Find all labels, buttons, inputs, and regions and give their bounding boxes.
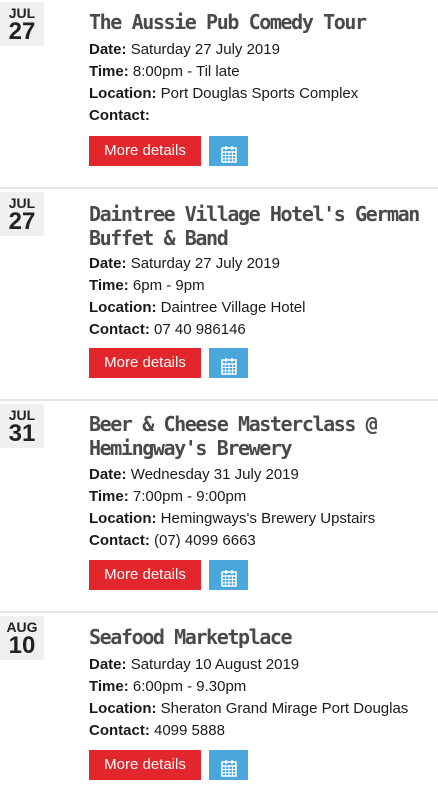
contact-label: Contact:	[89, 722, 150, 739]
time-value: 7:00pm - 9:00pm	[132, 488, 247, 505]
add-to-calendar-button[interactable]	[209, 750, 248, 780]
calendar-icon	[220, 759, 237, 777]
event-details: Date: Saturday 27 July 2019 Time: 6pm - …	[89, 253, 434, 341]
event-title[interactable]: Daintree Village Hotel's German Buffet &…	[89, 202, 434, 250]
add-to-calendar-button[interactable]	[209, 560, 248, 590]
date-label: Date:	[89, 255, 127, 272]
contact-value: (07) 4099 6663	[154, 532, 256, 549]
date-day: 27	[8, 18, 36, 45]
location-label: Location:	[89, 700, 157, 717]
contact-label: Contact:	[89, 321, 150, 338]
date-badge: JUL 31	[0, 404, 44, 448]
contact-row: Contact:	[89, 105, 434, 127]
time-value: 8:00pm - Til late	[132, 63, 240, 80]
more-details-button[interactable]: More details	[89, 348, 201, 378]
location-value: Sheraton Grand Mirage Port Douglas	[160, 700, 409, 717]
contact-label: Contact:	[89, 107, 150, 124]
date-row: Date: Saturday 10 August 2019	[89, 654, 434, 676]
time-value: 6pm - 9pm	[132, 277, 205, 294]
more-details-button[interactable]: More details	[89, 750, 201, 780]
date-value: Wednesday 31 July 2019	[130, 466, 299, 483]
date-badge: JUL 27	[0, 2, 44, 46]
event-title[interactable]: Beer & Cheese Masterclass @ Hemingway's …	[89, 412, 434, 460]
divider	[0, 187, 438, 189]
contact-value: 07 40 986146	[154, 321, 246, 338]
time-value: 6:00pm - 9.30pm	[132, 678, 247, 695]
location-value: Hemingways's Brewery Upstairs	[160, 510, 376, 527]
location-value: Port Douglas Sports Complex	[160, 85, 359, 102]
contact-row: Contact: (07) 4099 6663	[89, 530, 434, 552]
event-title[interactable]: The Aussie Pub Comedy Tour	[89, 10, 434, 34]
location-row: Location: Daintree Village Hotel	[89, 297, 434, 319]
date-badge: JUL 27	[0, 192, 44, 236]
event-details: Date: Wednesday 31 July 2019 Time: 7:00p…	[89, 464, 434, 552]
date-label: Date:	[89, 41, 127, 58]
date-row: Date: Saturday 27 July 2019	[89, 253, 434, 275]
event-title[interactable]: Seafood Marketplace	[89, 625, 434, 649]
contact-label: Contact:	[89, 532, 150, 549]
date-row: Date: Saturday 27 July 2019	[89, 39, 434, 61]
contact-value: 4099 5888	[154, 722, 225, 739]
date-day: 27	[8, 208, 36, 235]
location-label: Location:	[89, 299, 157, 316]
time-row: Time: 6:00pm - 9.30pm	[89, 676, 434, 698]
add-to-calendar-button[interactable]	[209, 136, 248, 166]
date-value: Saturday 27 July 2019	[130, 255, 280, 272]
time-row: Time: 8:00pm - Til late	[89, 61, 434, 83]
time-label: Time:	[89, 63, 129, 80]
calendar-icon	[220, 357, 237, 375]
location-row: Location: Hemingways's Brewery Upstairs	[89, 508, 434, 530]
date-day: 10	[8, 632, 36, 659]
divider	[0, 611, 438, 613]
time-label: Time:	[89, 277, 129, 294]
date-value: Saturday 27 July 2019	[130, 41, 280, 58]
date-row: Date: Wednesday 31 July 2019	[89, 464, 434, 486]
time-label: Time:	[89, 488, 129, 505]
event-details: Date: Saturday 10 August 2019 Time: 6:00…	[89, 654, 434, 742]
location-row: Location: Sheraton Grand Mirage Port Dou…	[89, 698, 434, 720]
date-value: Saturday 10 August 2019	[130, 656, 300, 673]
contact-row: Contact: 07 40 986146	[89, 319, 434, 341]
calendar-icon	[220, 145, 237, 163]
time-label: Time:	[89, 678, 129, 695]
calendar-icon	[220, 569, 237, 587]
add-to-calendar-button[interactable]	[209, 348, 248, 378]
divider	[0, 399, 438, 401]
time-row: Time: 6pm - 9pm	[89, 275, 434, 297]
more-details-button[interactable]: More details	[89, 136, 201, 166]
date-badge: AUG 10	[0, 616, 44, 660]
location-label: Location:	[89, 85, 157, 102]
more-details-button[interactable]: More details	[89, 560, 201, 590]
time-row: Time: 7:00pm - 9:00pm	[89, 486, 434, 508]
location-value: Daintree Village Hotel	[160, 299, 306, 316]
date-label: Date:	[89, 466, 127, 483]
location-label: Location:	[89, 510, 157, 527]
location-row: Location: Port Douglas Sports Complex	[89, 83, 434, 105]
date-label: Date:	[89, 656, 127, 673]
contact-row: Contact: 4099 5888	[89, 720, 434, 742]
date-day: 31	[8, 420, 36, 447]
event-details: Date: Saturday 27 July 2019 Time: 8:00pm…	[89, 39, 434, 127]
